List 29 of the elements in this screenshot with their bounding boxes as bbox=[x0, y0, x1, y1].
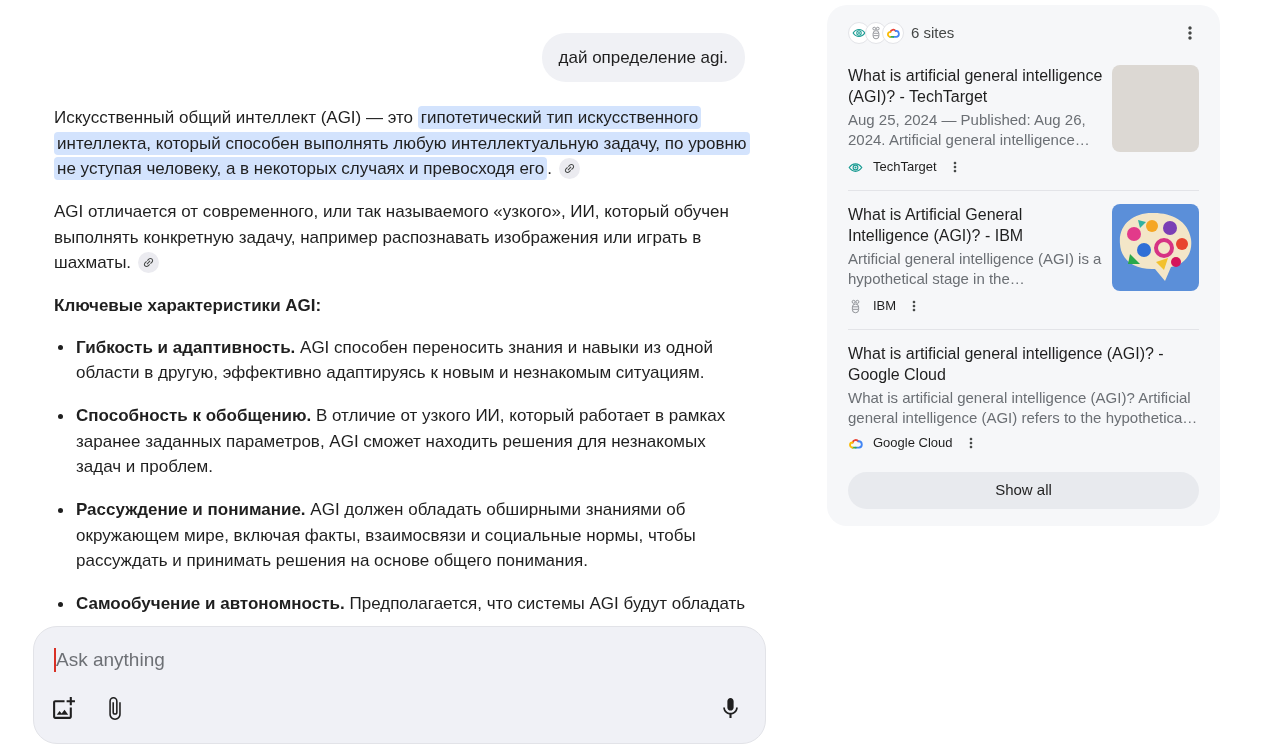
result-title[interactable]: What is artificial general intelligence (AGI)? - Google Cloud bbox=[848, 343, 1199, 385]
sources-count[interactable]: 6 sites bbox=[911, 21, 955, 45]
bullet-icon bbox=[58, 507, 63, 513]
link-icon[interactable] bbox=[558, 157, 580, 179]
bullet-icon bbox=[58, 413, 63, 419]
user-message: дай определение agi. bbox=[541, 33, 745, 82]
result-snippet: Artificial general intelligence (AGI) is a hypothetical stage in the… bbox=[848, 249, 1103, 289]
source-name[interactable]: Google Cloud bbox=[873, 433, 953, 453]
bullet-icon bbox=[58, 345, 63, 350]
response-paragraph: Искусственный общий интеллект (AGI) — это гипотетический тип искусственного интеллекта, который способен выполнять любую интеллектуальную задачу, по уровню не уступая человеку, а в некоторых случаях и превосходя его . bbox=[54, 105, 748, 182]
show-all-button[interactable]: Show all bbox=[848, 472, 1199, 509]
message-input[interactable]: Ask anything bbox=[56, 647, 743, 673]
bullet-text: Гибкость и адаптивность. AGI способен переносить знания и навыки из одной области в другую, эффективно адаптируясь к новым и незнакомым ситуациям. bbox=[76, 336, 715, 384]
link-icon[interactable] bbox=[138, 251, 160, 273]
result-snippet: Aug 25, 2024 — Published: Aug 26, 2024. Artificial general intelligence… bbox=[848, 110, 1091, 150]
bullet-icon bbox=[58, 601, 63, 607]
section-heading: Ключевые характеристики AGI: bbox=[54, 295, 323, 317]
response-paragraph: AGI отличается от современного, или так называемого «узкого», ИИ, который обучен выполнять конкретную задачу, например распознавать изображения или играть в шахматы. bbox=[54, 201, 730, 275]
source-name[interactable]: TechTarget bbox=[873, 157, 937, 177]
bullet-text: Самообучение и автономность. Предполагается, что системы AGI будут обладать bbox=[76, 593, 746, 615]
result-title[interactable]: What is artificial general intelligence (AGI)? - TechTarget bbox=[848, 65, 1105, 107]
result-title[interactable]: What is Artificial General Intelligence (AGI)? - IBM bbox=[848, 204, 1105, 246]
result-snippet: What is artificial general intelligence (AGI)? Artificial general intelligence (AGI) refers to the hypothetica… bbox=[848, 388, 1199, 428]
bullet-text: Способность к обобщению. В отличие от узкого ИИ, который работает в рамках заранее заданных параметров, AGI сможет находить решения для незнакомых задач и проблем. bbox=[76, 405, 727, 478]
add-image-icon[interactable] bbox=[51, 696, 76, 721]
source-name[interactable]: IBM bbox=[873, 296, 897, 316]
bullet-text: Рассуждение и понимание. AGI должен обладать обширными знаниями об окружающем мире, включая факты, взаимосвязи и социальные нормы, чтобы рассуждать и принимать решения на основе общего понимания. bbox=[76, 499, 697, 572]
cloud-icon bbox=[882, 22, 904, 44]
text-cursor bbox=[54, 648, 56, 672]
